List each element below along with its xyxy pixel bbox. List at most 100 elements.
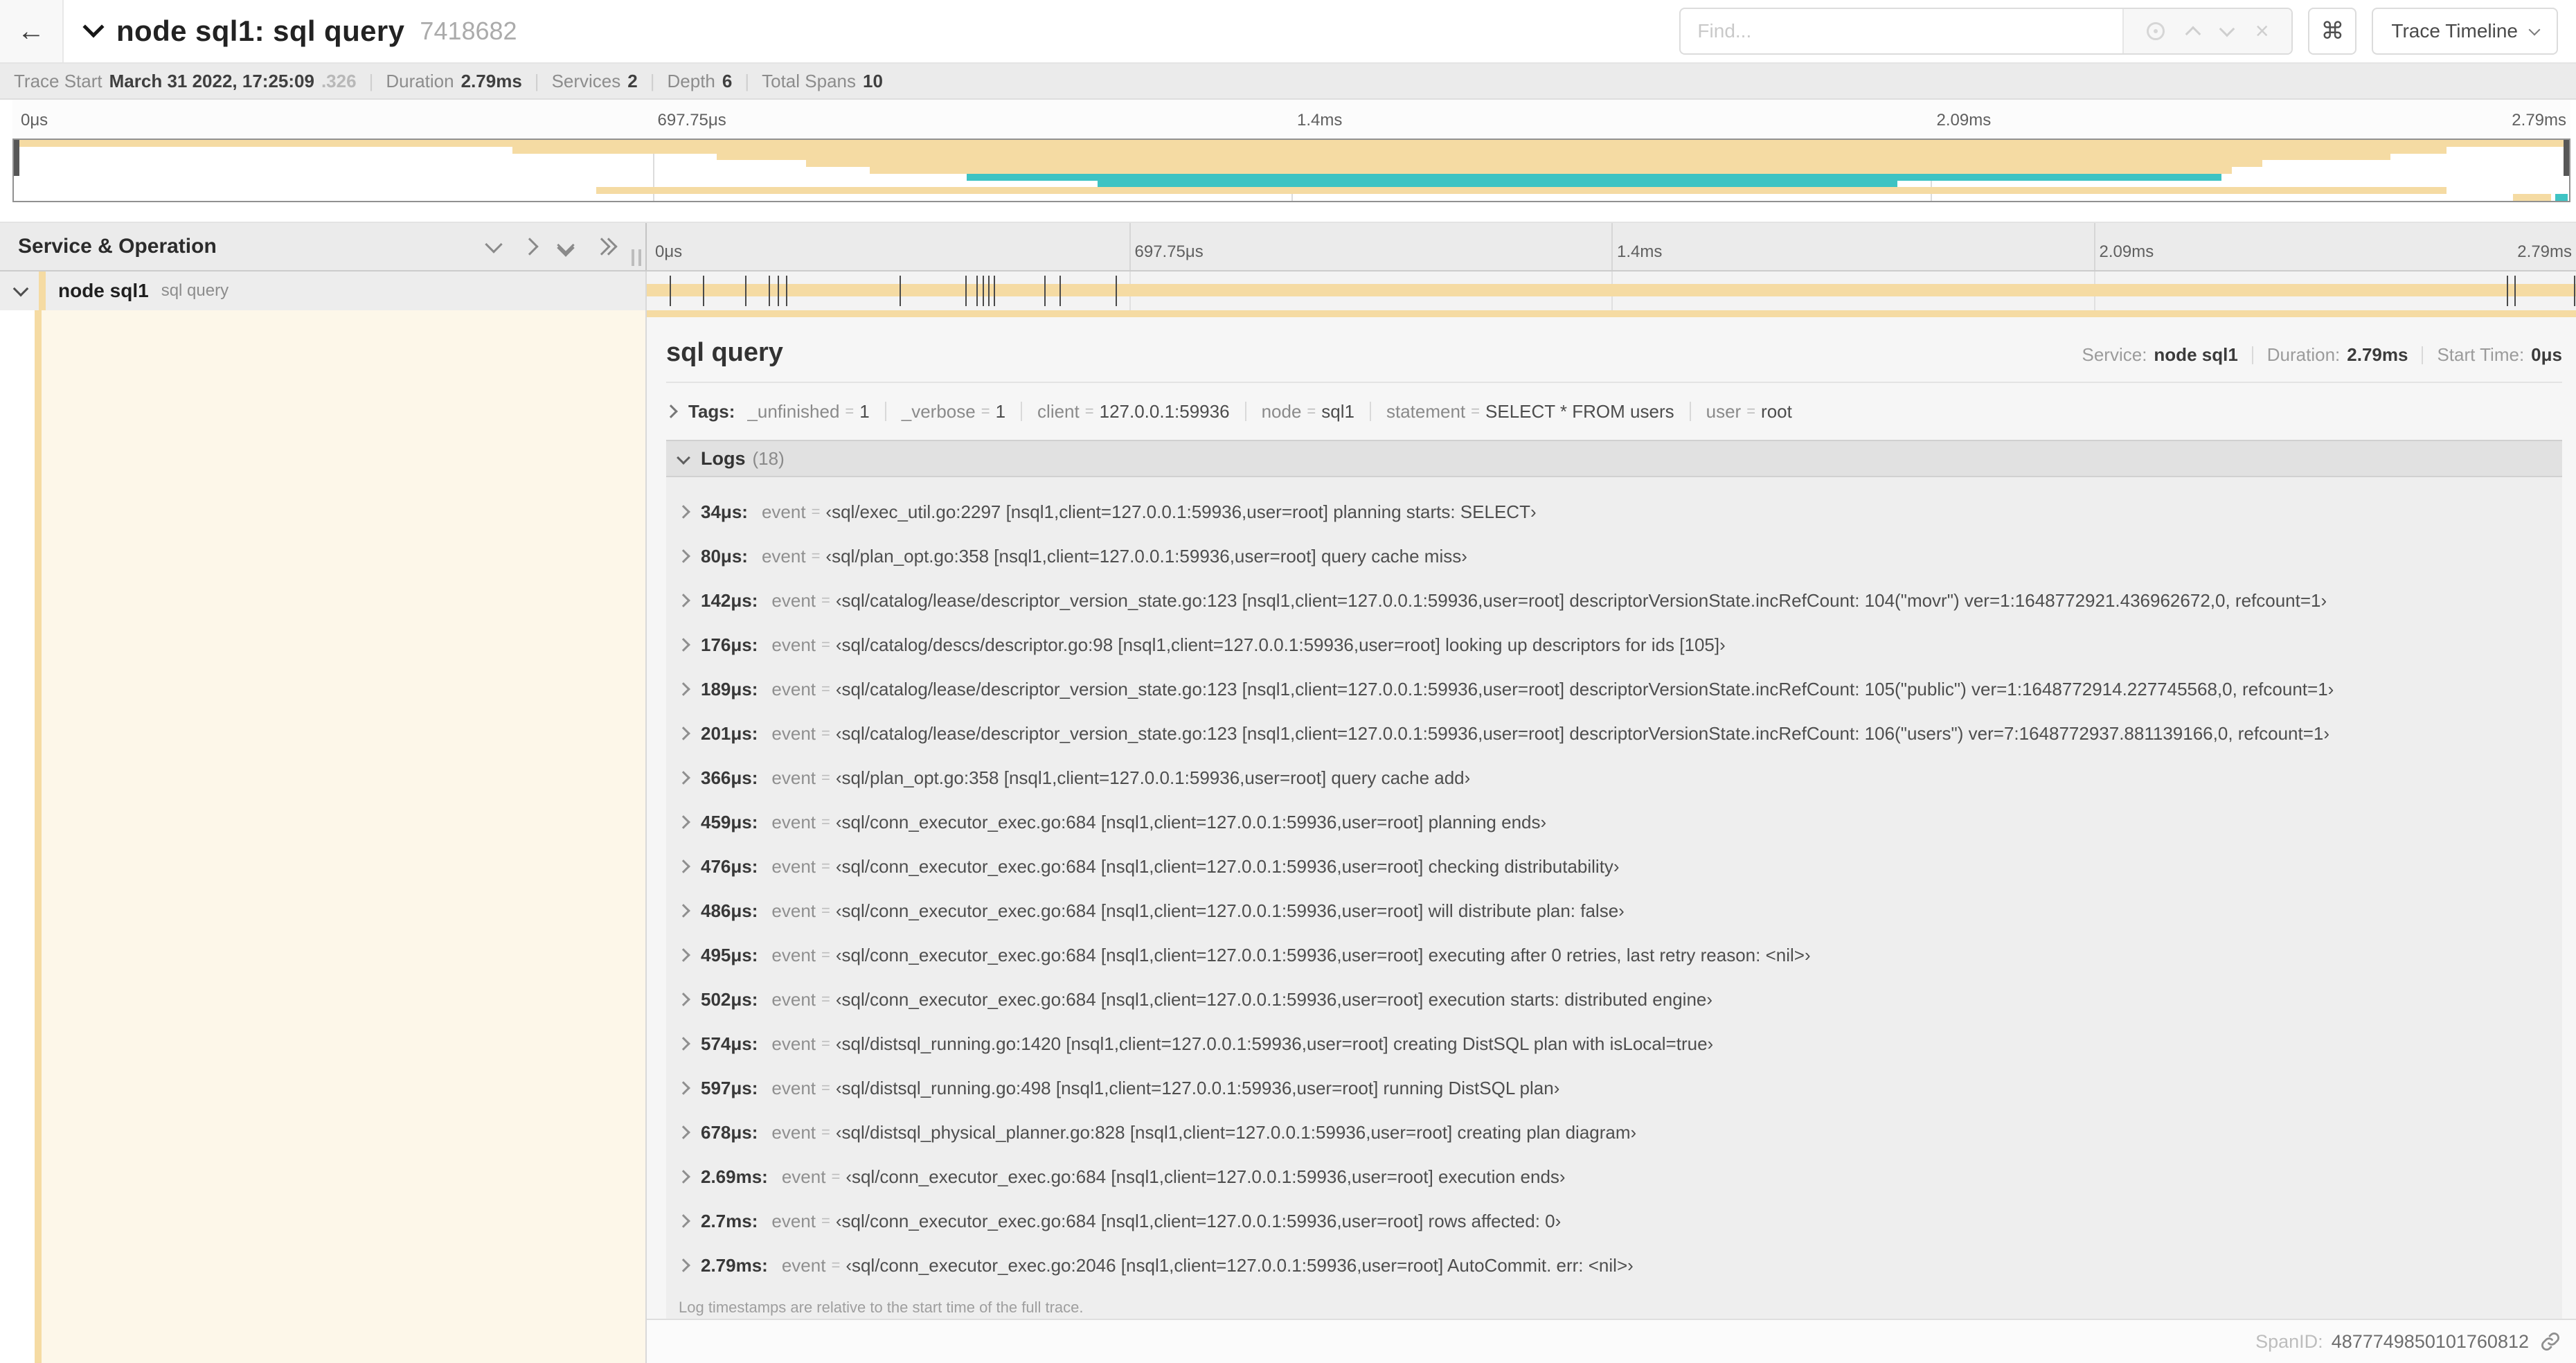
log-field-key: event bbox=[781, 1254, 826, 1276]
span-operation-title: sql query bbox=[666, 338, 783, 367]
equals-sign: = bbox=[821, 813, 830, 830]
keyboard-shortcuts-button[interactable]: ⌘ bbox=[2308, 8, 2357, 55]
timeline-tick-label: 0μs bbox=[21, 111, 48, 130]
expand-all-icon[interactable] bbox=[593, 238, 618, 256]
chevron-right-icon bbox=[677, 1214, 690, 1228]
log-field-key: event bbox=[771, 1210, 816, 1231]
collapse-all-icon[interactable] bbox=[557, 236, 575, 257]
expand-one-icon[interactable] bbox=[521, 238, 539, 256]
back-button[interactable]: ← bbox=[0, 0, 64, 62]
log-row[interactable]: 502μs: event = ‹sql/conn_executor_exec.go:6… bbox=[677, 977, 2562, 1022]
log-field-value: ‹sql/conn_executor_exec.go:2046 [nsql1,c… bbox=[846, 1254, 1634, 1276]
view-selector-button[interactable]: Trace Timeline bbox=[2372, 8, 2558, 55]
log-row[interactable]: 2.69ms: event = ‹sql/conn_executor_exec.go:… bbox=[677, 1155, 2562, 1199]
chevron-right-icon bbox=[677, 948, 690, 962]
log-row[interactable]: 176μs: event = ‹sql/catalog/descs/descripto… bbox=[677, 623, 2562, 667]
log-row[interactable]: 366μs: event = ‹sql/plan_opt.go:358 [nsql1,… bbox=[677, 756, 2562, 800]
log-field-value: ‹sql/conn_executor_exec.go:684 [nsql1,cl… bbox=[835, 944, 1811, 965]
span-detail-header[interactable]: sql query Service: node sql1 Duration: 2.79… bbox=[666, 338, 2562, 368]
tags-row[interactable]: Tags: _unfinished = 1 _verbose = 1 client = 127.… bbox=[664, 394, 2562, 429]
focus-match-icon[interactable] bbox=[2147, 22, 2165, 40]
collapse-children-icon[interactable] bbox=[12, 280, 29, 297]
log-marker bbox=[670, 276, 672, 306]
minimap-row bbox=[14, 160, 2569, 168]
span-id-value: 4877749850101760812 bbox=[2331, 1330, 2529, 1352]
logs-section: Logs (18) 34μs: event = ‹sql/exec_util.go:2… bbox=[666, 440, 2562, 1319]
log-row[interactable]: 2.79ms: event = ‹sql/conn_executor_exec.go:… bbox=[677, 1243, 2562, 1288]
log-field-key: event bbox=[771, 634, 816, 655]
log-row[interactable]: 678μs: event = ‹sql/distsql_physical_planne… bbox=[677, 1110, 2562, 1155]
log-field-key: event bbox=[771, 678, 816, 700]
chevron-right-icon bbox=[677, 1081, 690, 1095]
summary-value: 10 bbox=[863, 70, 883, 91]
log-field-value: ‹sql/distsql_running.go:498 [nsql1,clien… bbox=[835, 1077, 1560, 1098]
log-row[interactable]: 486μs: event = ‹sql/conn_executor_exec.go:6… bbox=[677, 889, 2562, 933]
minimap-spans bbox=[14, 140, 2569, 202]
log-field-value: ‹sql/catalog/lease/descriptor_version_st… bbox=[835, 589, 2327, 611]
log-row[interactable]: 189μs: event = ‹sql/catalog/lease/descripto… bbox=[677, 667, 2562, 711]
log-row[interactable]: 574μs: event = ‹sql/distsql_running.go:1420… bbox=[677, 1022, 2562, 1066]
span-row[interactable]: node sql1 sql query bbox=[0, 271, 2576, 310]
log-field-key: event bbox=[761, 501, 806, 522]
log-row[interactable]: 80μs: event = ‹sql/plan_opt.go:358 [nsql1,c… bbox=[677, 534, 2562, 578]
grid-line bbox=[1611, 223, 1613, 270]
timeline-minimap[interactable] bbox=[12, 139, 2570, 202]
log-marker bbox=[988, 276, 990, 306]
log-row[interactable]: 34μs: event = ‹sql/exec_util.go:2297 [nsql1… bbox=[677, 490, 2562, 534]
log-marker bbox=[2574, 276, 2576, 306]
logs-header[interactable]: Logs (18) bbox=[666, 440, 2562, 477]
span-duration-bar[interactable] bbox=[647, 284, 2576, 296]
range-handle-left[interactable] bbox=[14, 140, 19, 176]
equals-sign: = bbox=[811, 503, 821, 520]
equals-sign: = bbox=[811, 547, 821, 564]
log-field-value: ‹sql/distsql_running.go:1420 [nsql1,clie… bbox=[835, 1033, 1714, 1054]
minimap-span-segment bbox=[870, 167, 2232, 174]
log-field-key: event bbox=[771, 944, 816, 965]
log-row[interactable]: 495μs: event = ‹sql/conn_executor_exec.go:6… bbox=[677, 933, 2562, 977]
span-bar-cell[interactable] bbox=[647, 271, 2576, 310]
summary-item: Total Spans 10 bbox=[762, 71, 883, 92]
log-row[interactable]: 459μs: event = ‹sql/conn_executor_exec.go:6… bbox=[677, 800, 2562, 844]
equals-sign: = bbox=[821, 1212, 830, 1229]
log-timestamp: 678μs: bbox=[701, 1121, 758, 1143]
next-result-icon[interactable] bbox=[2219, 21, 2235, 37]
tag-key: client bbox=[1037, 400, 1080, 422]
summary-label: Trace Start bbox=[14, 70, 102, 91]
timeline-tick-label: 697.75μs bbox=[657, 111, 726, 130]
equals-sign: = bbox=[831, 1256, 841, 1274]
log-row[interactable]: 476μs: event = ‹sql/conn_executor_exec.go:6… bbox=[677, 844, 2562, 889]
trace-id: 7418682 bbox=[420, 17, 517, 45]
meta-value: 0μs bbox=[2531, 344, 2562, 365]
collapse-one-icon[interactable] bbox=[485, 235, 503, 253]
log-field-value: ‹sql/catalog/lease/descriptor_version_st… bbox=[835, 678, 2334, 700]
meta-value: node sql1 bbox=[2154, 344, 2238, 365]
clear-search-icon[interactable]: × bbox=[2255, 19, 2269, 43]
tag-key: _unfinished bbox=[747, 400, 840, 422]
log-timestamp: 459μs: bbox=[701, 811, 758, 832]
log-row[interactable]: 201μs: event = ‹sql/catalog/lease/descripto… bbox=[677, 711, 2562, 756]
minimap-row bbox=[14, 187, 2569, 195]
log-row[interactable]: 142μs: event = ‹sql/catalog/lease/descripto… bbox=[677, 578, 2562, 623]
log-timestamp: 2.79ms: bbox=[701, 1254, 768, 1276]
prev-result-icon[interactable] bbox=[2185, 26, 2201, 42]
spacer bbox=[0, 202, 2576, 222]
equals-sign: = bbox=[831, 1168, 841, 1185]
log-row[interactable]: 597μs: event = ‹sql/distsql_running.go:498 … bbox=[677, 1066, 2562, 1110]
log-field-value: ‹sql/catalog/descs/descriptor.go:98 [nsq… bbox=[835, 634, 1726, 655]
log-timestamp: 366μs: bbox=[701, 767, 758, 788]
logs-footer-note: Log timestamps are relative to the start… bbox=[679, 1299, 1084, 1316]
log-marker bbox=[785, 276, 787, 306]
column-resizer[interactable] bbox=[632, 249, 641, 266]
range-handle-right[interactable] bbox=[2564, 140, 2569, 176]
log-marker bbox=[702, 276, 704, 306]
copy-link-icon[interactable] bbox=[2540, 1331, 2561, 1352]
log-field-key: event bbox=[771, 1033, 816, 1054]
log-row[interactable]: 2.7ms: event = ‹sql/conn_executor_exec.go:6… bbox=[677, 1199, 2562, 1243]
trace-title-group[interactable]: node sql1: sql query 7418682 bbox=[82, 15, 517, 48]
log-field-value: ‹sql/conn_executor_exec.go:684 [nsql1,cl… bbox=[835, 900, 1625, 921]
grid-line bbox=[2093, 223, 2095, 270]
chevron-right-icon bbox=[677, 682, 690, 696]
find-input[interactable] bbox=[1681, 9, 2123, 53]
span-name-cell[interactable]: node sql1 sql query bbox=[0, 271, 647, 310]
minimap-span-segment bbox=[716, 153, 2390, 161]
